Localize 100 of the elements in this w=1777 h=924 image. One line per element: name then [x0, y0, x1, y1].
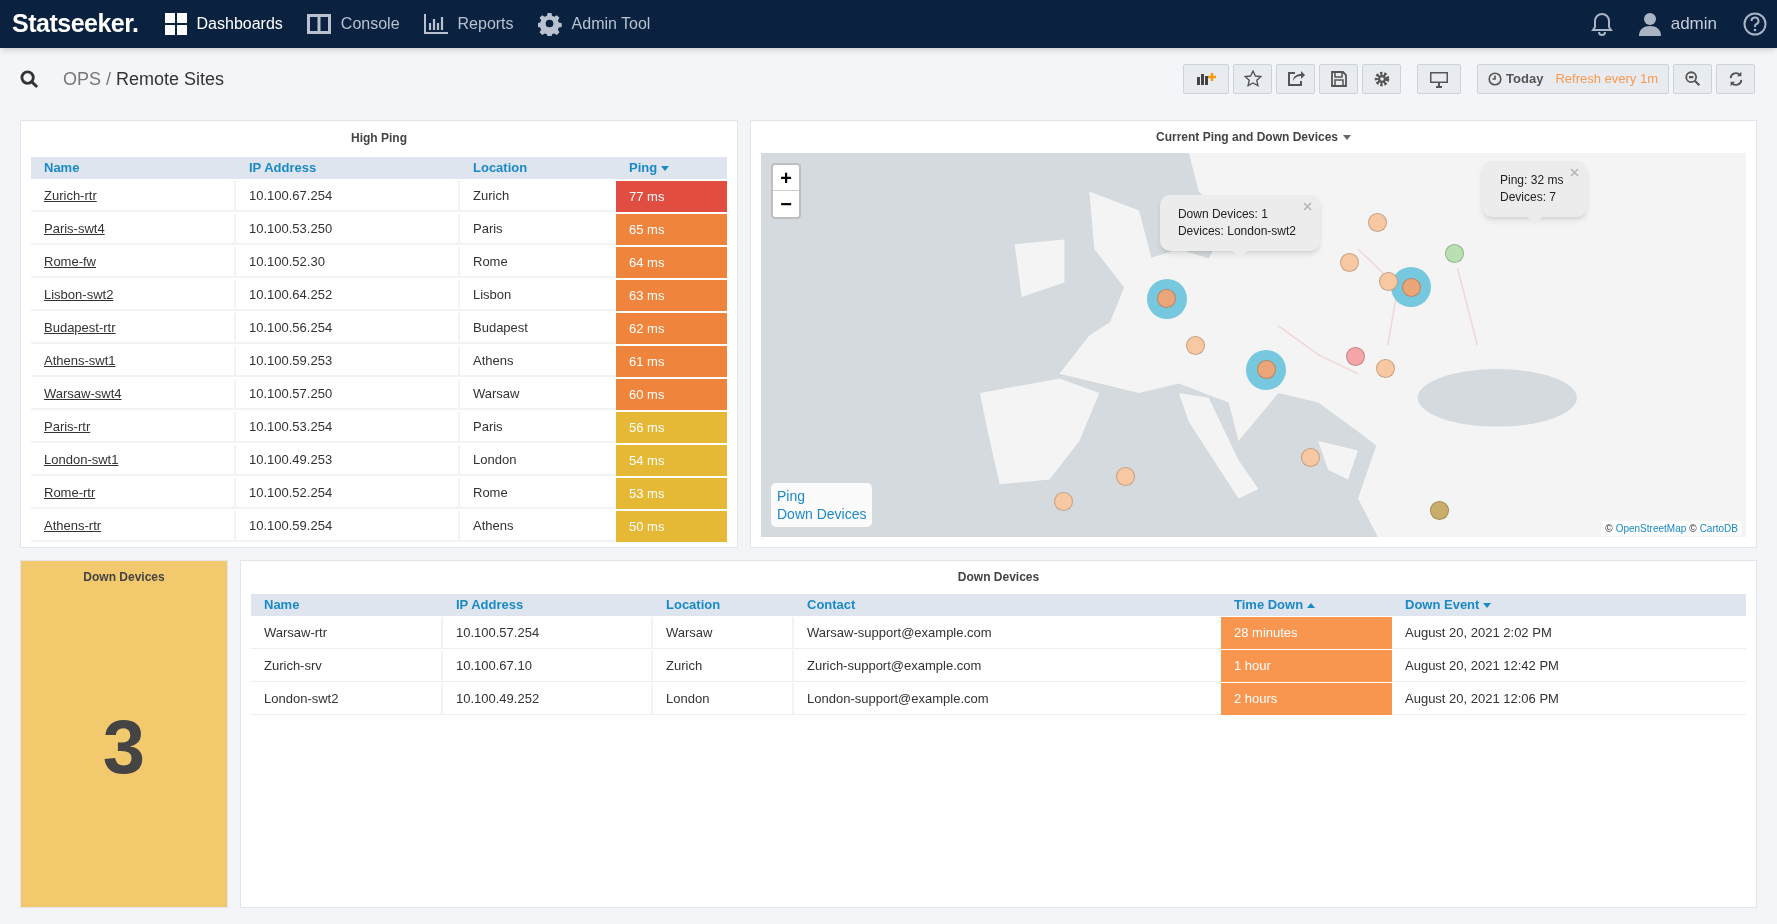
ping-cell: 56 ms — [616, 412, 727, 443]
star-button[interactable] — [1233, 64, 1273, 94]
nav-link[interactable]: Console — [306, 12, 400, 36]
panel-title: Down Devices — [957, 569, 1040, 586]
refresh-button[interactable] — [1716, 64, 1755, 94]
save-button[interactable] — [1319, 64, 1359, 94]
nav-link[interactable]: Admin Tool — [537, 12, 651, 36]
add-chart-button[interactable] — [1183, 64, 1230, 94]
caret-icon[interactable] — [1343, 134, 1351, 140]
table-cell: 10.100.64.252 — [249, 286, 333, 302]
logo[interactable]: Statseeker. — [12, 5, 139, 43]
time-down-cell: 2 hours — [1221, 683, 1392, 715]
device-link[interactable]: Paris-rtr — [44, 418, 91, 434]
nav-link[interactable]: Reports — [423, 12, 514, 36]
table-cell: Rome — [473, 253, 508, 269]
table-cell: 10.100.67.10 — [456, 657, 532, 673]
table-cell: 10.100.49.253 — [249, 451, 333, 467]
device-link[interactable]: Zurich-rtr — [44, 187, 97, 203]
panel-title[interactable]: Current Ping and Down Devices — [1155, 128, 1338, 146]
ping-cell: 77 ms — [616, 181, 727, 212]
device-link[interactable]: London-swt1 — [44, 451, 119, 467]
table-cell: Warsaw-support@example.com — [807, 624, 992, 640]
table-cell: 10.100.53.250 — [249, 220, 333, 236]
nav-link[interactable]: Dashboards — [164, 12, 283, 36]
table-cell: Budapest — [473, 319, 528, 335]
table-cell: Paris — [473, 220, 503, 236]
table-cell: 10.100.59.254 — [249, 517, 333, 533]
copyright-mark: © — [1689, 522, 1697, 536]
table-cell: August 20, 2021 2:02 PM — [1405, 624, 1552, 640]
popup-text: Devices: 7 — [1500, 188, 1558, 206]
ping-cell: 60 ms — [616, 379, 727, 410]
table-cell: 10.100.56.254 — [249, 319, 333, 335]
table-cell: Zurich — [666, 657, 703, 673]
breadcrumb-link[interactable]: OPS — [63, 65, 101, 93]
table-cell: Warsaw — [473, 385, 520, 401]
stat-value: 3 — [102, 708, 146, 785]
table-cell: London-swt2 — [264, 690, 339, 706]
table-cell: Lisbon — [473, 286, 512, 302]
refresh-label: Refresh every 1m — [1555, 70, 1658, 89]
table-cell: Zurich — [473, 187, 510, 203]
table-cell: 10.100.59.253 — [249, 352, 333, 368]
share-button[interactable] — [1276, 64, 1316, 94]
popup-text: Down Devices: 1 — [1177, 206, 1269, 224]
device-link[interactable]: Warsaw-swt4 — [44, 385, 122, 401]
ping-cell: 50 ms — [616, 511, 727, 542]
save-icon — [1328, 69, 1349, 89]
notifications-icon[interactable] — [1590, 12, 1613, 36]
table-cell: Athens — [473, 517, 514, 533]
legend-link[interactable]: Ping — [777, 487, 867, 505]
device-link[interactable]: Athens-swt1 — [44, 352, 116, 368]
device-link[interactable]: Lisbon-swt2 — [44, 286, 114, 302]
table-cell: 10.100.52.254 — [249, 484, 333, 500]
table-cell: Paris — [473, 418, 503, 434]
device-link[interactable]: Rome-fw — [44, 253, 96, 269]
popup-text: Devices: London-swt2 — [1177, 223, 1296, 241]
close-icon[interactable] — [1303, 202, 1312, 212]
search-icon[interactable] — [20, 69, 39, 89]
star-icon — [1242, 69, 1263, 89]
table-cell: London — [666, 690, 710, 706]
ping-cell: 64 ms — [616, 247, 727, 278]
table-cell: Warsaw-rtr — [264, 624, 328, 640]
table-cell: August 20, 2021 12:06 PM — [1405, 690, 1559, 706]
user-name[interactable]: admin — [1670, 11, 1717, 37]
time-range-button[interactable]: Today Refresh every 1m — [1477, 64, 1669, 94]
device-link[interactable]: Athens-rtr — [44, 517, 102, 533]
zoom-out-button[interactable] — [1673, 64, 1712, 94]
breadcrumb-separator: / — [106, 67, 112, 91]
settings-button[interactable] — [1362, 64, 1402, 94]
device-link[interactable]: Rome-rtr — [44, 484, 96, 500]
table-cell: Zurich-srv — [264, 657, 322, 673]
share-icon — [1285, 69, 1306, 89]
popup-text: Ping: 32 ms — [1500, 171, 1564, 189]
monitor-button[interactable] — [1417, 64, 1462, 94]
table-cell: 10.100.49.252 — [456, 690, 540, 706]
table-cell: 10.100.53.254 — [249, 418, 333, 434]
attribution-link[interactable]: CartoDB — [1699, 521, 1738, 536]
user-icon[interactable] — [1638, 12, 1661, 36]
table-cell: 10.100.57.254 — [456, 624, 540, 640]
close-icon[interactable] — [1570, 167, 1580, 177]
legend-link[interactable]: Down Devices — [777, 505, 867, 523]
page-title: Remote Sites — [116, 67, 225, 91]
attribution-link[interactable]: OpenStreetMap — [1615, 521, 1687, 536]
table-cell: 10.100.52.30 — [249, 253, 325, 269]
time-down-cell: 1 hour — [1221, 650, 1392, 682]
time-range-label: Today — [1506, 70, 1544, 89]
monitor-icon — [1429, 69, 1450, 89]
zoom-out-button[interactable]: − — [773, 191, 799, 217]
dashboard-icon — [164, 13, 187, 35]
table-cell: London — [473, 451, 517, 467]
copyright-mark: © — [1605, 522, 1613, 536]
device-link[interactable]: Paris-swt4 — [44, 220, 105, 236]
table-cell: 10.100.57.250 — [249, 385, 333, 401]
table-cell: Zurich-support@example.com — [807, 657, 982, 673]
ping-cell: 54 ms — [616, 445, 727, 476]
help-icon[interactable] — [1743, 12, 1767, 36]
ping-cell: 63 ms — [616, 280, 727, 311]
zoom-in-button[interactable]: + — [773, 165, 799, 191]
ping-cell: 65 ms — [616, 214, 727, 245]
device-link[interactable]: Budapest-rtr — [44, 319, 116, 335]
table-cell: Athens — [473, 352, 514, 368]
